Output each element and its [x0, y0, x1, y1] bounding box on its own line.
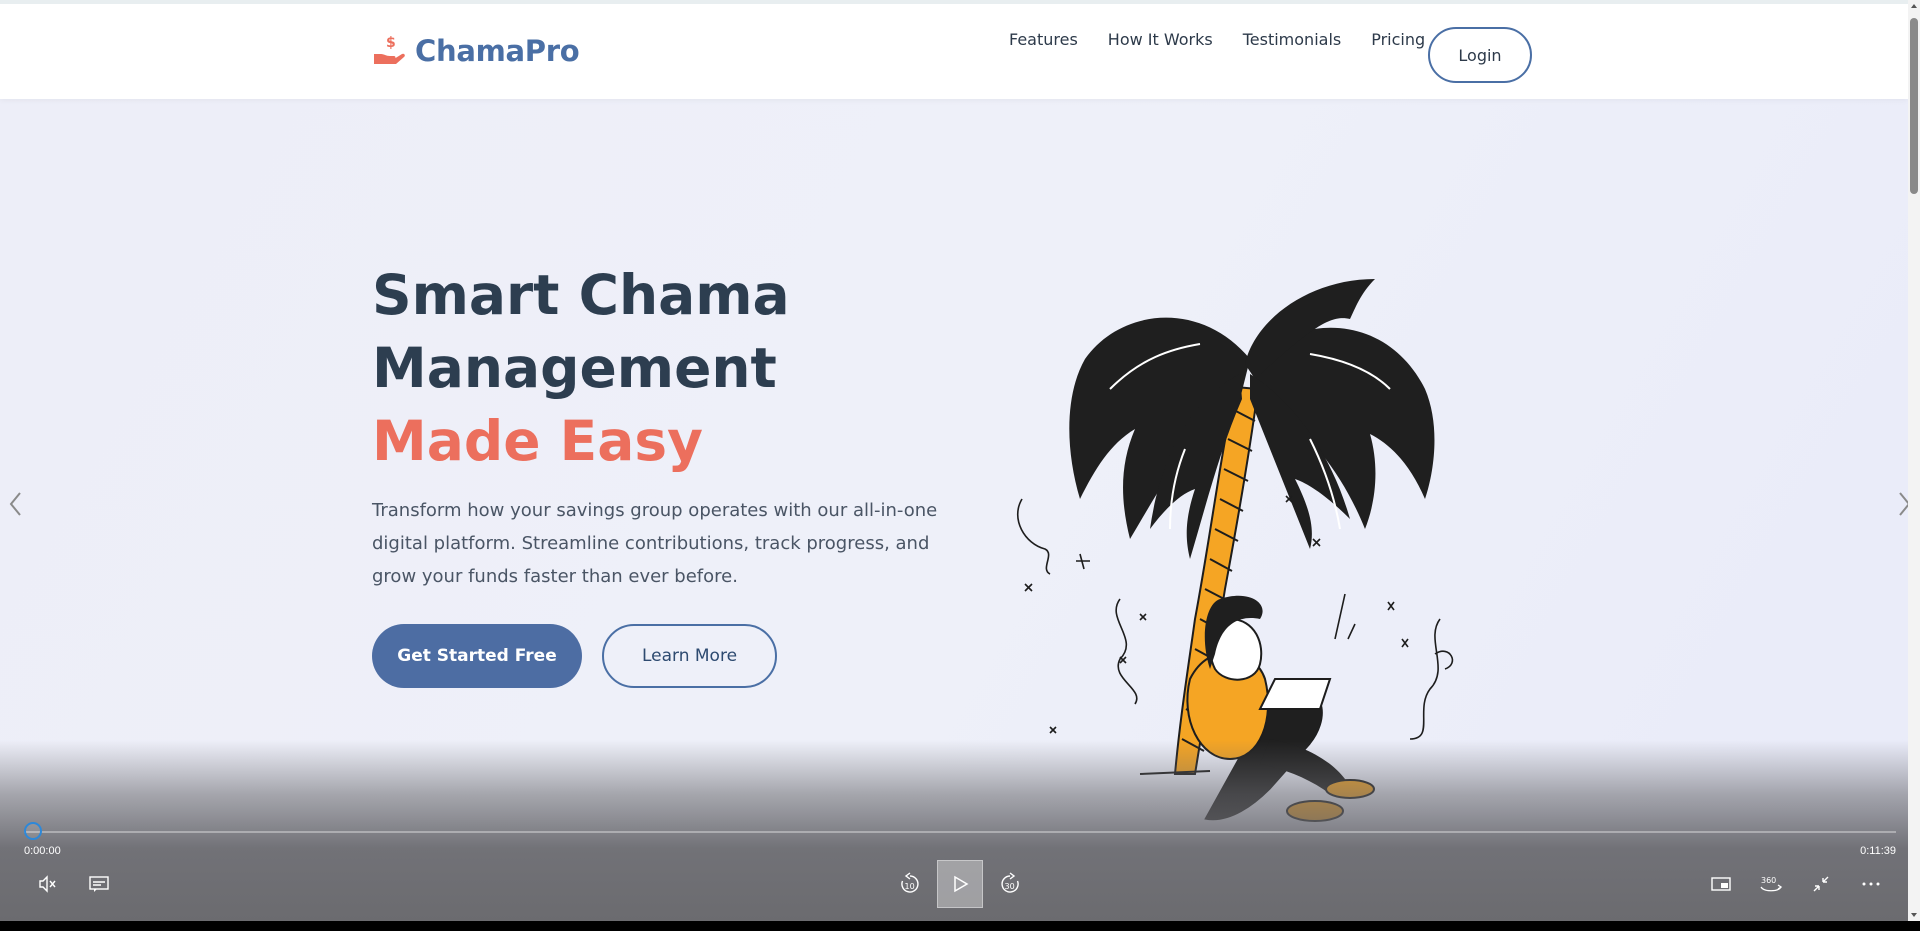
scroll-up-icon[interactable]	[1910, 2, 1918, 10]
seek-handle[interactable]	[24, 822, 42, 840]
learn-more-button[interactable]: Learn More	[602, 624, 777, 688]
scrollbar-thumb[interactable]	[1910, 18, 1918, 194]
web-page-viewport: Smart Chama Management Made Easy Transfo…	[0, 0, 1908, 921]
miniplayer-icon	[1711, 877, 1731, 891]
exit-fullscreen-button[interactable]	[1798, 860, 1844, 908]
hand-dollar-icon: $	[374, 35, 405, 64]
captions-button[interactable]	[76, 860, 122, 908]
exit-fullscreen-icon	[1813, 876, 1829, 892]
miniplayer-button[interactable]	[1698, 860, 1744, 908]
site-navbar: $ ChamaPro Features How It Works Testimo…	[0, 0, 1908, 99]
hero-title-accent: Made Easy	[372, 409, 703, 473]
seek-bar[interactable]	[24, 831, 1896, 833]
hero-description: Transform how your savings group operate…	[372, 500, 938, 587]
brand-logo[interactable]: $ ChamaPro	[372, 34, 580, 68]
window-bottom-edge	[0, 921, 1920, 931]
captions-icon	[89, 876, 109, 892]
view-360-button[interactable]: 360	[1748, 860, 1794, 908]
next-arrow-icon[interactable]	[1894, 489, 1908, 519]
total-time: 0:11:39	[1860, 845, 1896, 857]
forward-30-icon: 30	[1001, 872, 1019, 893]
rewind-10-icon: 10	[901, 872, 919, 893]
current-time: 0:00:00	[24, 845, 61, 857]
media-player-controls: 0:00:00 0:11:39 10 30 360	[0, 740, 1908, 921]
rewind-label: 10	[905, 882, 915, 891]
previous-arrow-icon[interactable]	[6, 489, 26, 519]
login-button[interactable]: Login	[1428, 27, 1532, 83]
forward-label: 30	[1005, 882, 1015, 891]
more-options-button[interactable]	[1848, 860, 1894, 908]
get-started-button[interactable]: Get Started Free	[372, 624, 582, 688]
nav-link-testimonials[interactable]: Testimonials	[1243, 30, 1342, 49]
mute-button[interactable]	[24, 860, 70, 908]
more-options-icon	[1862, 882, 1880, 886]
hero-title: Smart Chama Management Made Easy	[372, 259, 932, 478]
hero-title-main: Smart Chama Management	[372, 263, 790, 400]
nav-link-features[interactable]: Features	[1009, 30, 1078, 49]
rewind-button[interactable]: 10	[887, 860, 933, 908]
nav-link-pricing[interactable]: Pricing	[1371, 30, 1425, 49]
play-icon	[954, 875, 969, 893]
scroll-down-icon[interactable]	[1910, 911, 1918, 919]
nav-links: Features How It Works Testimonials Prici…	[1009, 30, 1455, 49]
360-icon: 360	[1760, 876, 1783, 892]
view360-label: 360	[1761, 876, 1776, 885]
page-scrollbar[interactable]	[1908, 0, 1920, 921]
brand-name: ChamaPro	[415, 34, 580, 68]
mute-icon	[39, 875, 56, 893]
svg-text:$: $	[386, 35, 396, 51]
nav-link-how-it-works[interactable]: How It Works	[1108, 30, 1213, 49]
forward-button[interactable]: 30	[987, 860, 1033, 908]
play-button[interactable]	[937, 860, 983, 908]
